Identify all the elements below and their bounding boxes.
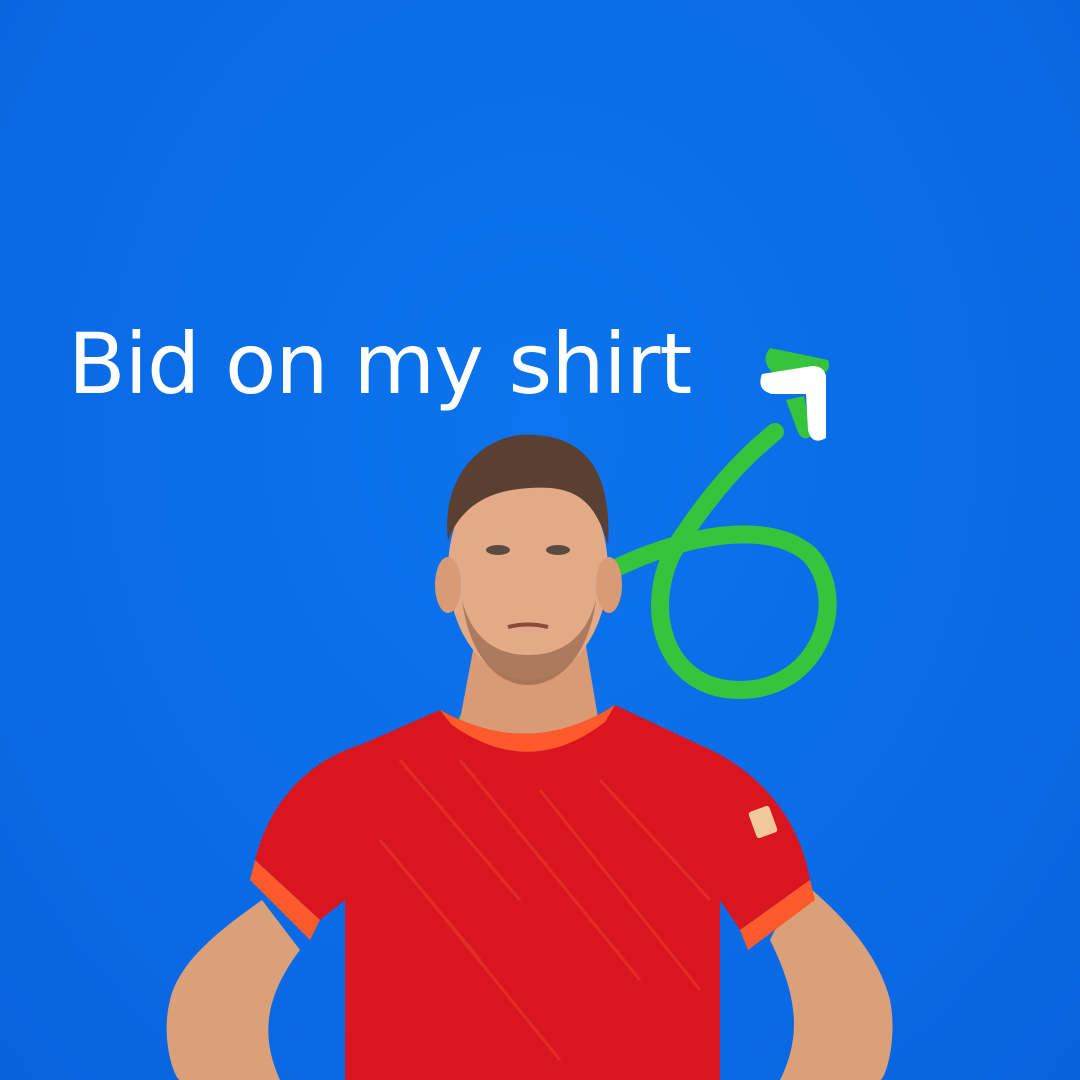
ad-canvas: Bid on my shirt [0,0,1080,1080]
right-ear [596,557,622,613]
red-shirt [255,705,810,1080]
left-ear [435,557,461,613]
right-eye [546,545,570,555]
ad-artwork [166,348,893,1080]
left-arm [166,900,300,1080]
left-eye [486,545,510,555]
